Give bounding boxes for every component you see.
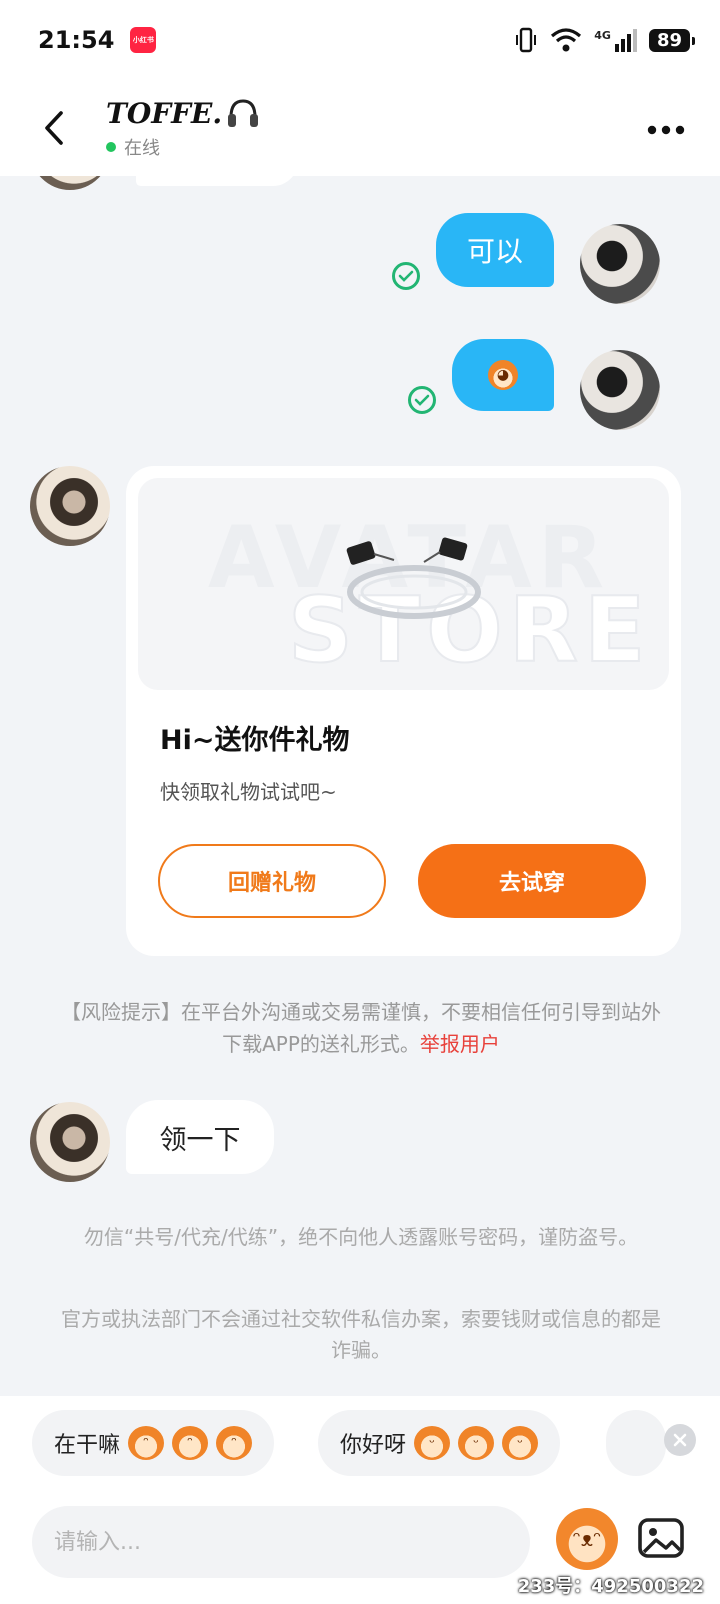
wifi-icon — [551, 28, 582, 52]
more-horizontal-icon — [647, 125, 685, 135]
battery-indicator: 89 — [648, 28, 696, 52]
status-time: 21:54 — [38, 26, 115, 54]
back-button[interactable] — [24, 98, 84, 158]
quick-reply-text: 在干嘛 — [54, 1433, 121, 1458]
image-upload-button[interactable] — [636, 1514, 686, 1564]
heart-arrow-icon: ♥ — [646, 350, 660, 366]
online-status: 在线 — [106, 134, 260, 160]
contact-avatar[interactable] — [30, 466, 110, 546]
quick-reply-chip[interactable]: 你好呀 ᵕ ᵕ ᵕ — [318, 1410, 561, 1476]
id-watermark: 233号：492500322 — [517, 1576, 704, 1597]
gift-subtitle: 快领取礼物试试吧~ — [160, 780, 337, 804]
message-bubble-partial — [136, 176, 298, 186]
monkey-emoji-icon: ᵔ — [128, 1426, 165, 1460]
monkey-emoji-icon: ᵔ — [172, 1426, 209, 1460]
online-dot-icon — [106, 141, 116, 152]
bracelet-icon — [346, 537, 481, 619]
status-icons: 4G 89 — [514, 27, 696, 53]
monkey-emoji-icon: ᵔᴥᵔ — [572, 1526, 602, 1551]
network-label: 4G — [594, 28, 611, 42]
gift-title: Hi~送你件礼物 — [160, 725, 350, 756]
monkey-emoji-icon: ᵔ — [216, 1426, 253, 1460]
monkey-emoji-icon: ᵕ — [502, 1426, 539, 1460]
risk-warning-text: 【风险提示】在平台外沟通或交易需谨慎，不要相信任何引导到站外下载APP的送礼形式… — [61, 1000, 661, 1056]
status-bar: 21:54 小红书 4G 89 — [0, 0, 720, 80]
return-gift-button[interactable]: 回赠礼物 — [158, 844, 386, 918]
chat-header: TOFFE. 在线 — [0, 80, 720, 176]
quick-reply-chip[interactable]: 在干嘛 ᵔ ᵔ ᵔ — [32, 1410, 275, 1476]
read-check-icon — [408, 386, 436, 414]
message-input[interactable] — [32, 1506, 530, 1578]
online-status-text: 在线 — [124, 137, 160, 159]
my-avatar[interactable]: ♥ — [580, 224, 660, 304]
fraud-notice: 官方或执法部门不会通过社交软件私信办案，索要钱财或信息的都是诈骗。 — [61, 1307, 661, 1362]
gift-image: AVATAR STORE — [138, 478, 669, 690]
monkey-sticker-icon: ◕ — [488, 360, 518, 390]
vibrate-icon — [516, 27, 537, 53]
chevron-left-icon — [45, 111, 63, 145]
message-list[interactable]: 可以 ♥ ◕ ♥ AVATAR STORE Hi~送你件礼物 快领取礼物试试吧~… — [0, 176, 720, 1396]
quick-reply-text: 你好呀 — [340, 1433, 407, 1458]
more-options-button[interactable] — [646, 110, 686, 150]
monkey-emoji-icon: ᵕ — [414, 1426, 451, 1460]
image-icon — [638, 1518, 684, 1558]
signal-4g-icon: 4G — [594, 28, 637, 52]
message-bubble-outgoing[interactable]: 可以 — [436, 213, 554, 287]
read-check-icon — [392, 262, 420, 290]
contact-avatar[interactable] — [30, 1102, 110, 1182]
gift-card[interactable]: AVATAR STORE Hi~送你件礼物 快领取礼物试试吧~ 回赠礼物 去试穿 — [126, 466, 681, 956]
try-on-button[interactable]: 去试穿 — [418, 844, 646, 918]
quick-reply-bar: 在干嘛 ᵔ ᵔ ᵔ 你好呀 ᵕ ᵕ ᵕ — [0, 1396, 720, 1494]
report-user-link[interactable]: 举报用户 — [420, 1032, 500, 1056]
chat-title-text: TOFFE. — [106, 96, 223, 130]
message-bubble-incoming[interactable]: 领一下 — [126, 1100, 274, 1174]
quick-reply-chip-partial[interactable] — [606, 1410, 666, 1476]
close-quick-replies-button[interactable] — [664, 1424, 696, 1456]
message-text: 领一下 — [159, 1124, 241, 1156]
my-avatar[interactable]: ♥ — [580, 350, 660, 430]
contact-avatar[interactable] — [30, 176, 110, 190]
heart-arrow-icon: ♥ — [646, 224, 660, 240]
monkey-emoji-icon: ᵕ — [458, 1426, 495, 1460]
chat-title-block[interactable]: TOFFE. 在线 — [106, 97, 260, 160]
close-icon — [673, 1433, 687, 1447]
headphones-icon — [228, 99, 259, 127]
security-notice: 勿信“共号/代充/代练”，绝不向他人透露账号密码，谨防盗号。 — [83, 1225, 639, 1249]
app-notification-icon: 小红书 — [130, 27, 157, 53]
emoji-button[interactable]: ᵔᴥᵔ — [556, 1508, 618, 1570]
chat-title: TOFFE. — [106, 97, 260, 130]
input-bar: ᵔᴥᵔ 233号：492500322 — [0, 1494, 720, 1604]
message-text: 可以 — [466, 235, 523, 268]
message-bubble-sticker[interactable]: ◕ — [452, 339, 554, 411]
risk-warning: 【风险提示】在平台外沟通或交易需谨慎，不要相信任何引导到站外下载APP的送礼形式… — [56, 996, 666, 1060]
